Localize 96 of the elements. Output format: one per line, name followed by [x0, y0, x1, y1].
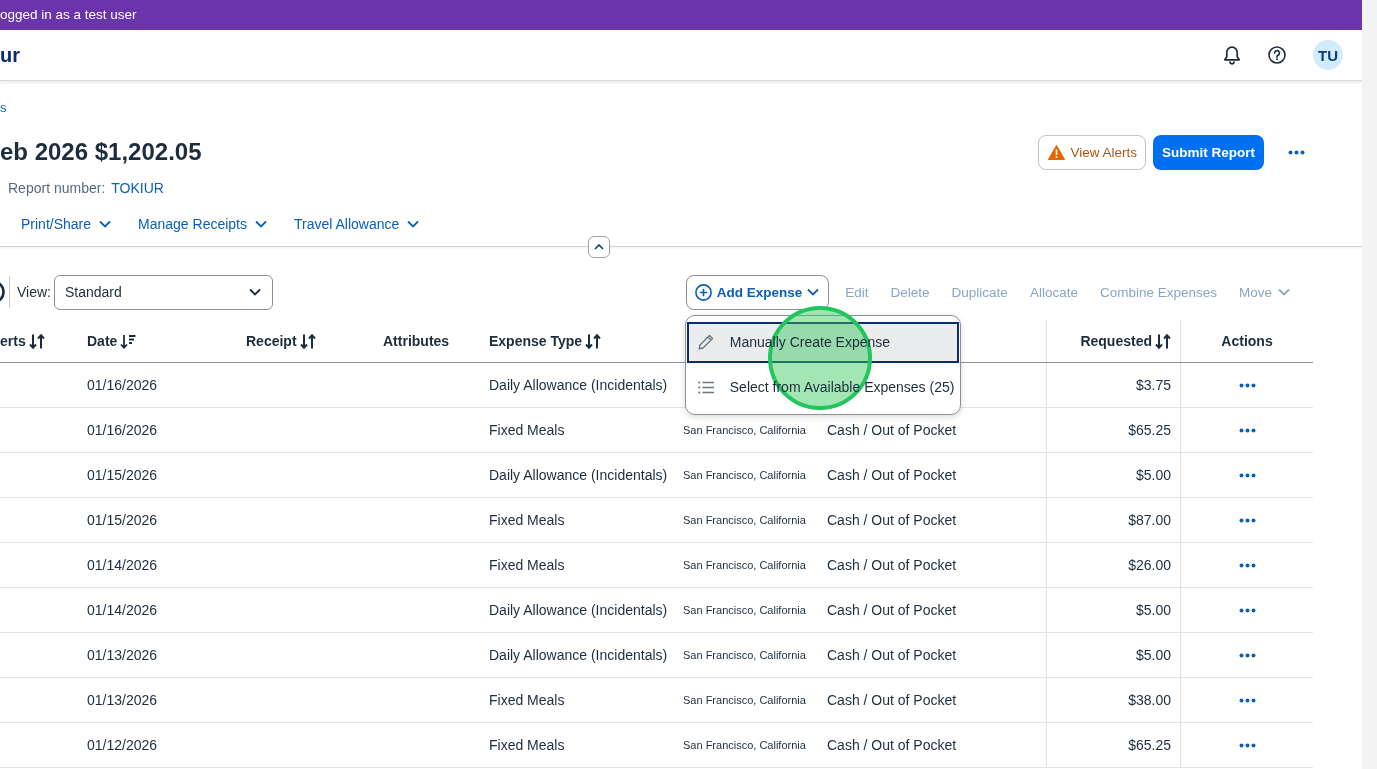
app-logo[interactable]: ur [0, 43, 20, 67]
table-cell: $3.75 [1046, 363, 1180, 407]
table-cell-text: Daily Allowance (Incidentals) [489, 466, 669, 485]
table-cell-text: Daily Allowance (Incidentals) [489, 646, 669, 665]
table-cell-text: 01/15/2026 [87, 511, 159, 530]
list-icon [697, 380, 714, 394]
more-icon[interactable] [1238, 562, 1256, 568]
submit-button[interactable]: Submit Report [1153, 134, 1264, 170]
view-select[interactable]: Standard [54, 274, 273, 310]
more-icon[interactable] [1238, 472, 1256, 478]
table-cell-text: Cash / Out of Pocket [827, 646, 958, 665]
table-cell: $26.00 [1046, 543, 1180, 587]
sort-arrows-icon [28, 332, 45, 350]
more-icon[interactable] [1238, 382, 1256, 388]
table-cell: $87.00 [1046, 498, 1180, 542]
table-cell-text: San Francisco, California [683, 603, 807, 618]
dropdown-menu-button[interactable]: Travel Allowance [294, 216, 420, 232]
column-header[interactable]: Actions [1221, 333, 1273, 349]
collapse-button[interactable] [588, 236, 610, 258]
report-title: eb 2026 $1,202.05 [0, 137, 202, 167]
avatar[interactable]: TU [1313, 40, 1343, 70]
more-icon[interactable] [1238, 517, 1256, 523]
more-icon[interactable] [1238, 652, 1256, 658]
scrollbar-track[interactable] [1362, 0, 1377, 769]
table-cell: $5.00 [1046, 588, 1180, 632]
table-cell-text: San Francisco, California [683, 738, 807, 753]
more-icon[interactable] [1288, 149, 1305, 155]
dropdown-menu-button[interactable]: Manage Receipts [138, 216, 267, 232]
dropdown-menu-button[interactable]: Print/Share [21, 216, 112, 232]
table-cell-text: 01/14/2026 [87, 601, 159, 620]
table-cell-text: 01/13/2026 [87, 691, 159, 710]
chevron-down-icon [255, 220, 267, 228]
sort-descending-icon [120, 333, 137, 349]
table-cell-text: Daily Allowance (Incidentals) [489, 376, 669, 395]
table-cell-text: 01/16/2026 [87, 376, 159, 395]
table-cell-text: Fixed Meals [489, 691, 566, 710]
table-cell-text: San Francisco, California [683, 423, 807, 438]
pencil-icon [697, 334, 714, 350]
table-cell-text: San Francisco, California [683, 648, 807, 663]
table-cell-text: Fixed Meals [489, 736, 566, 755]
table-cell-text: Cash / Out of Pocket [827, 421, 958, 440]
chevron-down-icon [1278, 288, 1290, 296]
sort-arrows-icon [585, 332, 602, 350]
help-icon[interactable] [1268, 46, 1286, 64]
table-cell-text: Fixed Meals [489, 421, 566, 440]
bell-icon[interactable] [1223, 45, 1241, 65]
chevron-up-icon [594, 244, 604, 250]
table-cell-text: 01/12/2026 [87, 736, 159, 755]
more-icon[interactable] [1238, 607, 1256, 613]
table-cell-text: Cash / Out of Pocket [827, 511, 958, 530]
table-cell: $5.00 [1046, 633, 1180, 677]
ring-icon[interactable] [0, 280, 5, 304]
table-cell-text: Cash / Out of Pocket [827, 556, 958, 575]
more-icon[interactable] [1238, 742, 1256, 748]
table-cell: $38.00 [1046, 678, 1180, 722]
chevron-down-icon [249, 288, 261, 296]
column-header[interactable]: Attributes [383, 333, 450, 349]
table-cell-text: 01/14/2026 [87, 556, 159, 575]
add-expense-button[interactable]: Add Expense [685, 274, 830, 310]
more-icon[interactable] [1238, 427, 1256, 433]
table-cell-text: Cash / Out of Pocket [827, 601, 958, 620]
table-cell-text: Fixed Meals [489, 556, 566, 575]
alerts-button[interactable]: View Alerts [1038, 134, 1146, 170]
table-cell-text: 01/15/2026 [87, 466, 159, 485]
table-cell: $65.25 [1046, 408, 1180, 452]
login-banner: ogged in as a test user [0, 0, 1362, 30]
chevron-down-icon [407, 220, 420, 228]
column-header[interactable]: Requested [1080, 332, 1171, 350]
table-cell-text: 01/16/2026 [87, 421, 159, 440]
table-cell-text: Fixed Meals [489, 511, 566, 530]
column-header[interactable]: Receipt [246, 332, 316, 350]
table-cell-text: Daily Allowance (Incidentals) [489, 601, 669, 620]
table-cell-text: San Francisco, California [683, 513, 807, 528]
breadcrumb-link[interactable]: s [0, 98, 7, 118]
more-icon[interactable] [1238, 697, 1256, 703]
table-cell-text: Cash / Out of Pocket [827, 691, 958, 710]
chevron-down-icon [807, 288, 820, 296]
column-header[interactable]: erts [0, 332, 45, 350]
table-cell-text: San Francisco, California [683, 468, 807, 483]
report-number-label: Report number: [8, 180, 106, 196]
table-cell: $5.00 [1046, 453, 1180, 497]
report-number: TOKIUR [111, 180, 164, 196]
sort-arrows-icon [1155, 332, 1171, 350]
table-cell-text: San Francisco, California [683, 558, 807, 573]
chevron-down-icon [99, 220, 112, 228]
warning-icon [1048, 144, 1066, 160]
table-cell-text: 01/13/2026 [87, 646, 159, 665]
column-header[interactable]: Expense Type [489, 332, 602, 350]
table-cell-text: San Francisco, California [683, 693, 807, 708]
table-cell-text: Cash / Out of Pocket [827, 466, 958, 485]
table-cell-text: Cash / Out of Pocket [827, 736, 958, 755]
column-header[interactable]: Date [87, 333, 137, 349]
table-cell: $65.25 [1046, 723, 1180, 767]
plus-circle-icon [694, 283, 712, 301]
view-label: View: [17, 284, 51, 300]
sort-arrows-icon [299, 332, 316, 350]
